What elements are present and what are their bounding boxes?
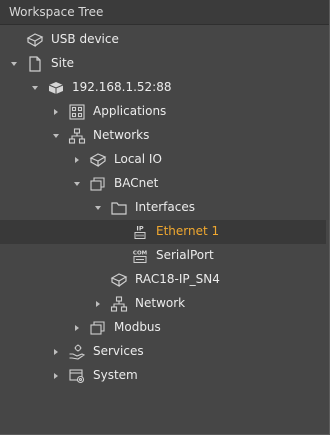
expand-toggle-icon[interactable] bbox=[9, 59, 19, 69]
stacked-windows-icon bbox=[89, 175, 107, 193]
document-icon bbox=[26, 55, 44, 73]
tree-item-modbus[interactable]: Modbus bbox=[0, 316, 326, 340]
tree-item-bacnet[interactable]: BACnet bbox=[0, 172, 326, 196]
hand-gear-icon bbox=[68, 343, 86, 361]
workspace-tree-panel: Workspace Tree USB device Site 192.168.1… bbox=[0, 0, 330, 435]
tree-item-label: System bbox=[93, 368, 138, 382]
expand-toggle-icon[interactable] bbox=[30, 83, 40, 93]
tree-item-device-ip[interactable]: 192.168.1.52:88 bbox=[0, 76, 326, 100]
tree-item-label: USB device bbox=[51, 32, 119, 46]
tree-item-site[interactable]: Site bbox=[0, 52, 326, 76]
cube-icon bbox=[110, 271, 128, 289]
collapse-toggle-icon[interactable] bbox=[72, 155, 82, 165]
tree-item-label: Local IO bbox=[114, 152, 162, 166]
tree-item-label: Modbus bbox=[114, 320, 161, 334]
tree-item-services[interactable]: Services bbox=[0, 340, 326, 364]
com-port-icon: COM bbox=[131, 247, 149, 265]
collapse-toggle-icon[interactable] bbox=[51, 347, 61, 357]
tree-item-label: Network bbox=[135, 296, 186, 310]
tree-item-label: Networks bbox=[93, 128, 150, 142]
tree-item-networks[interactable]: Networks bbox=[0, 124, 326, 148]
expand-toggle-icon[interactable] bbox=[51, 131, 61, 141]
folder-icon bbox=[110, 199, 128, 217]
usb-device-icon bbox=[26, 31, 44, 49]
cube-icon bbox=[89, 151, 107, 169]
com-port-icon-text: COM bbox=[133, 251, 147, 257]
tree-item-ethernet-1[interactable]: IP Ethernet 1 bbox=[0, 220, 326, 244]
panel-title: Workspace Tree bbox=[9, 5, 104, 19]
collapse-toggle-icon[interactable] bbox=[51, 371, 61, 381]
tree-item-interfaces[interactable]: Interfaces bbox=[0, 196, 326, 220]
network-tree-icon bbox=[110, 295, 128, 313]
collapse-toggle-icon[interactable] bbox=[51, 107, 61, 117]
tree-item-label: SerialPort bbox=[156, 248, 214, 262]
ip-port-icon: IP bbox=[131, 223, 149, 241]
expand-toggle-icon[interactable] bbox=[72, 179, 82, 189]
tree-item-label: RAC18-IP_SN4 bbox=[135, 272, 220, 286]
tree-item-rac18[interactable]: RAC18-IP_SN4 bbox=[0, 268, 326, 292]
tree-item-applications[interactable]: Applications bbox=[0, 100, 326, 124]
collapse-toggle-icon[interactable] bbox=[72, 323, 82, 333]
tree-item-serialport[interactable]: COM SerialPort bbox=[0, 244, 326, 268]
tree-item-local-io[interactable]: Local IO bbox=[0, 148, 326, 172]
tree-item-label: Interfaces bbox=[135, 200, 195, 214]
ip-port-icon-text: IP bbox=[136, 225, 143, 233]
network-tree-icon bbox=[68, 127, 86, 145]
controller-icon bbox=[47, 79, 65, 97]
panel-header: Workspace Tree bbox=[0, 0, 329, 25]
tree-item-label: Services bbox=[93, 344, 144, 358]
tree-item-label: Ethernet 1 bbox=[156, 224, 220, 238]
expand-toggle-icon[interactable] bbox=[93, 203, 103, 213]
collapse-toggle-icon[interactable] bbox=[93, 299, 103, 309]
tree-item-label: Site bbox=[51, 56, 75, 70]
grid-icon bbox=[68, 103, 86, 121]
tree-item-label: 192.168.1.52:88 bbox=[72, 80, 172, 94]
system-settings-icon bbox=[68, 367, 86, 385]
tree-item-label: BACnet bbox=[114, 176, 159, 190]
tree-item-label: Applications bbox=[93, 104, 167, 118]
tree-item-network[interactable]: Network bbox=[0, 292, 326, 316]
tree-item-system[interactable]: System bbox=[0, 364, 326, 388]
tree-item-usb-device[interactable]: USB device bbox=[0, 28, 326, 52]
stacked-windows-icon bbox=[89, 319, 107, 337]
